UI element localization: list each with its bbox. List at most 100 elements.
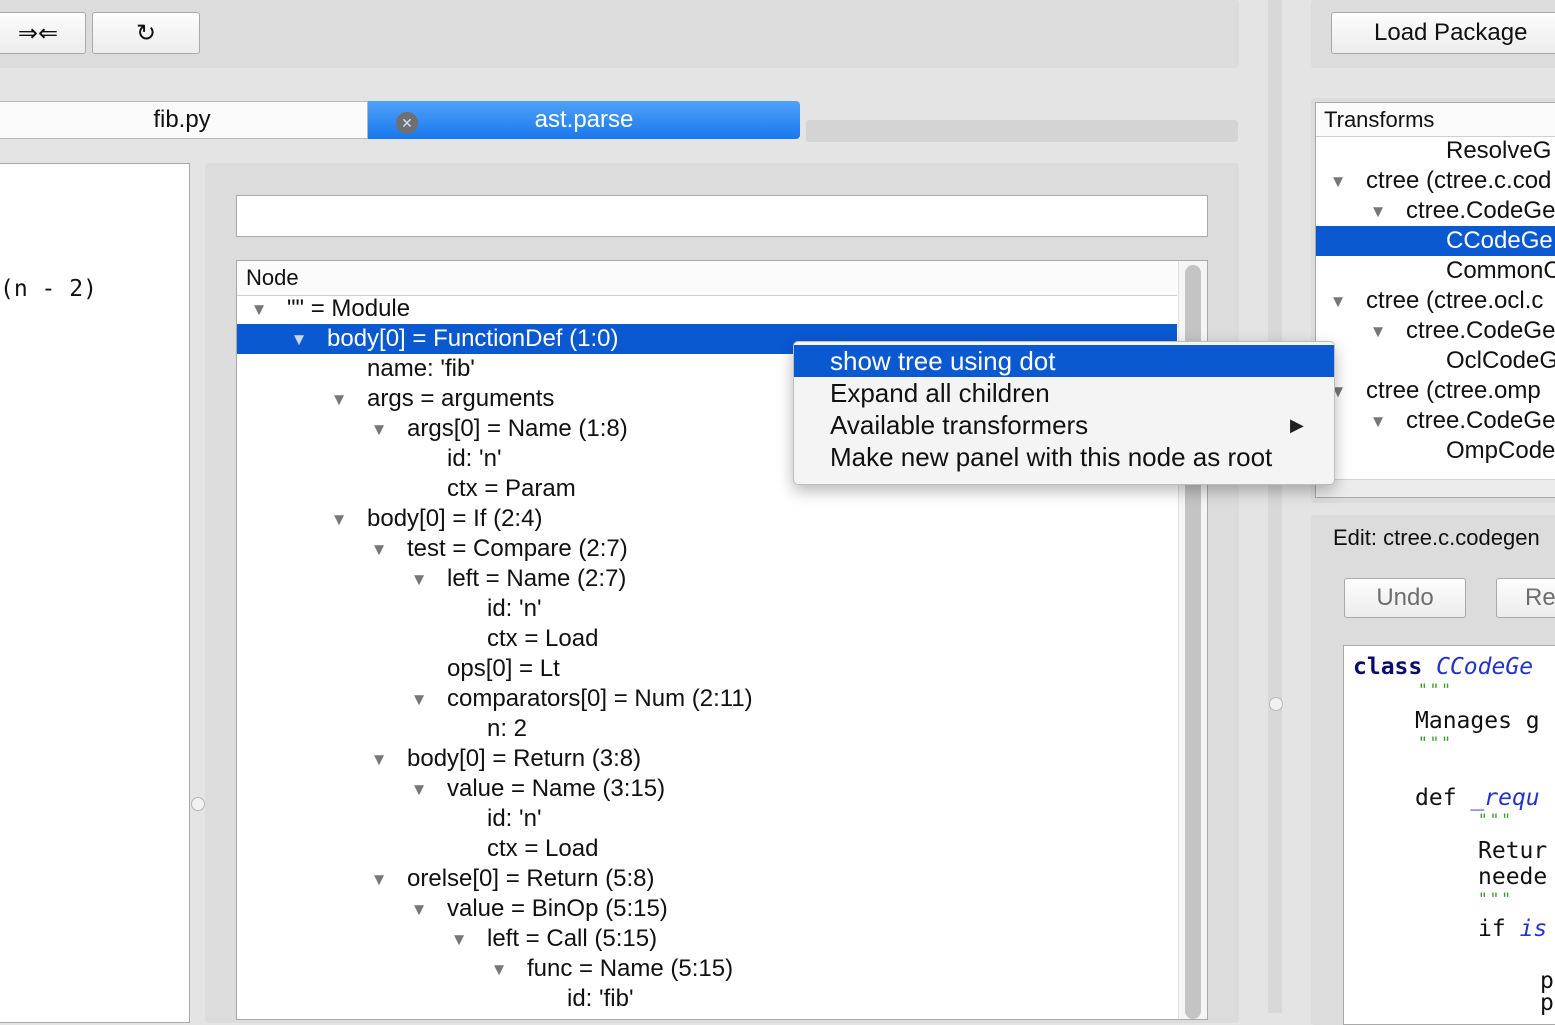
ast-tree-row-label: "" = Module bbox=[287, 295, 411, 322]
transforms-row[interactable]: ▼ ctree.CodeGe bbox=[1316, 406, 1555, 436]
splitter-handle-left[interactable] bbox=[191, 797, 205, 811]
code-ret-line1: Retur bbox=[1478, 838, 1548, 864]
ast-tree-row-label: body[0] = Return (3:8) bbox=[407, 745, 642, 772]
ast-tree-row[interactable]: ▼ comparators[0] = Num (2:11) bbox=[237, 684, 1177, 714]
code-docstring-open: """ bbox=[1418, 680, 1453, 699]
ast-tree-row-label: func = Name (5:15) bbox=[527, 955, 734, 982]
disclosure-triangle-icon[interactable]: ▼ bbox=[407, 894, 431, 924]
tab-ast-parse[interactable]: ast.parse bbox=[368, 101, 800, 139]
tab-label: fib.py bbox=[153, 106, 211, 133]
transforms-row[interactable]: ▼ ctree.CodeGe bbox=[1316, 196, 1555, 226]
code-def-docstring-open: """ bbox=[1478, 810, 1513, 829]
ast-tree-row[interactable]: ctx = Load bbox=[237, 624, 1177, 654]
ast-tree-row-label: body[0] = FunctionDef (1:0) bbox=[327, 325, 619, 352]
nav-toggle-button[interactable]: ⇒⇐ bbox=[0, 12, 86, 54]
tab-bar-filler bbox=[806, 120, 1238, 142]
ast-tree-row[interactable]: ▼ value = Name (3:15) bbox=[237, 774, 1177, 804]
ast-tree-row-label: ctx = Load bbox=[487, 625, 599, 652]
context-menu: show tree using dot Expand all children … bbox=[793, 341, 1335, 485]
refresh-button[interactable]: ↻ bbox=[92, 12, 200, 54]
ast-tree-row-label: ctx = Param bbox=[447, 475, 576, 502]
ast-tree-row[interactable]: id: 'fib' bbox=[237, 984, 1177, 1014]
redo-button[interactable]: Re bbox=[1496, 578, 1555, 618]
splitter-handle-right[interactable] bbox=[1269, 697, 1283, 711]
ast-tree-row[interactable]: ▼ test = Compare (2:7) bbox=[237, 534, 1177, 564]
menu-item-show-tree-dot[interactable]: show tree using dot bbox=[794, 345, 1334, 377]
ast-tree-row[interactable]: n: 2 bbox=[237, 714, 1177, 744]
disclosure-triangle-icon[interactable]: ▼ bbox=[447, 924, 471, 954]
ast-tree-row[interactable]: ▼ body[0] = If (2:4) bbox=[237, 504, 1177, 534]
transforms-row-label: ctree.CodeGe bbox=[1406, 197, 1555, 224]
transforms-row[interactable]: CCodeGe bbox=[1316, 226, 1555, 256]
ast-tree-row[interactable]: ▼ "" = Module bbox=[237, 294, 1177, 324]
transforms-row[interactable]: OmpCode bbox=[1316, 436, 1555, 466]
disclosure-triangle-icon[interactable]: ▼ bbox=[367, 744, 391, 774]
ast-tree-row-label: body[0] = If (2:4) bbox=[367, 505, 543, 532]
disclosure-triangle-icon[interactable]: ▼ bbox=[327, 384, 351, 414]
ast-tree-row[interactable]: ▼ body[0] = Return (3:8) bbox=[237, 744, 1177, 774]
ast-tree-row-label: args = arguments bbox=[367, 385, 555, 412]
disclosure-triangle-icon[interactable]: ▼ bbox=[407, 564, 431, 594]
ast-tree-row-label: id: 'fib' bbox=[567, 985, 634, 1012]
ast-tree-row-label: orelse[0] = Return (5:8) bbox=[407, 865, 655, 892]
tab-label: ast.parse bbox=[534, 106, 634, 133]
ast-tree-row-label: n: 2 bbox=[487, 715, 528, 742]
transforms-row[interactable]: ResolveG bbox=[1316, 136, 1555, 166]
menu-item-new-panel-root[interactable]: Make new panel with this node as root bbox=[794, 441, 1334, 473]
disclosure-triangle-icon[interactable]: ▼ bbox=[1366, 316, 1390, 346]
ast-tree-row[interactable]: id: 'n' bbox=[237, 804, 1177, 834]
disclosure-triangle-icon[interactable]: ▼ bbox=[1326, 166, 1350, 196]
ast-search-input[interactable] bbox=[236, 195, 1208, 237]
transforms-row[interactable]: ▼ ctree (ctree.omp bbox=[1316, 376, 1555, 406]
ast-tree-row[interactable]: ▼ left = Name (2:7) bbox=[237, 564, 1177, 594]
panel-divider[interactable] bbox=[1268, 0, 1282, 1013]
ast-tree-row[interactable]: ▼ func = Name (5:15) bbox=[237, 954, 1177, 984]
transforms-row-label: CommonC bbox=[1446, 257, 1555, 284]
disclosure-triangle-icon[interactable]: ▼ bbox=[327, 504, 351, 534]
ast-tree-row[interactable]: id: 'n' bbox=[237, 594, 1177, 624]
disclosure-triangle-icon[interactable]: ▼ bbox=[367, 414, 391, 444]
menu-item-available-transformers[interactable]: Available transformers ▶ bbox=[794, 409, 1334, 441]
menu-item-expand-all[interactable]: Expand all children bbox=[794, 377, 1334, 409]
disclosure-triangle-icon[interactable]: ▼ bbox=[367, 864, 391, 894]
transforms-row[interactable]: ▼ ctree (ctree.ocl.c bbox=[1316, 286, 1555, 316]
transforms-tree[interactable]: Transforms ResolveG ▼ ctree (ctree.c.cod ▼ c… bbox=[1315, 102, 1555, 498]
disclosure-triangle-icon[interactable]: ▼ bbox=[487, 954, 511, 984]
disclosure-triangle-icon[interactable]: ▼ bbox=[407, 774, 431, 804]
tab-fib-py[interactable]: fib.py bbox=[0, 101, 368, 139]
disclosure-triangle-icon[interactable]: ▼ bbox=[1366, 196, 1390, 226]
ast-tree-row[interactable]: ctx = Load bbox=[237, 834, 1177, 864]
ast-tree-row[interactable]: ▼ value = BinOp (5:15) bbox=[237, 894, 1177, 924]
ast-tree-header-label: Node bbox=[246, 265, 299, 290]
transforms-row-label: ctree.CodeGe bbox=[1406, 317, 1555, 344]
transforms-header-label: Transforms bbox=[1324, 107, 1435, 132]
transforms-row[interactable]: ▼ ctree (ctree.c.cod bbox=[1316, 166, 1555, 196]
transforms-row-label: ctree (ctree.ocl.c bbox=[1366, 287, 1544, 314]
ast-tree-row[interactable]: ▼ orelse[0] = Return (5:8) bbox=[237, 864, 1177, 894]
transforms-hscrollbar[interactable] bbox=[1316, 479, 1555, 497]
code-doc-text: Manages g bbox=[1415, 708, 1540, 734]
code-line-def: def _requ bbox=[1415, 785, 1540, 811]
disclosure-triangle-icon[interactable]: ▼ bbox=[1326, 286, 1350, 316]
undo-button[interactable]: Undo bbox=[1344, 578, 1466, 618]
load-package-button[interactable]: Load Package bbox=[1331, 12, 1555, 54]
code-ret-line2: neede bbox=[1478, 864, 1548, 890]
ast-tree-row-label: ctx = Load bbox=[487, 835, 599, 862]
ast-tree-row-label: args[0] = Name (1:8) bbox=[407, 415, 628, 442]
transforms-row[interactable]: ▼ ctree.CodeGe bbox=[1316, 316, 1555, 346]
transforms-row[interactable]: OclCodeG bbox=[1316, 346, 1555, 376]
transforms-row-label: ctree.CodeGe bbox=[1406, 407, 1555, 434]
transforms-row[interactable]: CommonC bbox=[1316, 256, 1555, 286]
disclosure-triangle-icon[interactable]: ▼ bbox=[1366, 406, 1390, 436]
disclosure-triangle-icon[interactable]: ▼ bbox=[287, 324, 311, 354]
disclosure-triangle-icon[interactable]: ▼ bbox=[247, 294, 271, 324]
ast-tree-row[interactable]: ops[0] = Lt bbox=[237, 654, 1177, 684]
ast-tree-row-label: value = Name (3:15) bbox=[447, 775, 666, 802]
disclosure-triangle-icon[interactable]: ▼ bbox=[367, 534, 391, 564]
ast-tree-row[interactable]: ▼ left = Call (5:15) bbox=[237, 924, 1177, 954]
code-editor[interactable]: class CCodeGe """ Manages g """ def _req… bbox=[1343, 645, 1555, 1025]
close-tab-icon[interactable]: ✕ bbox=[396, 112, 418, 134]
transforms-rows: ResolveG ▼ ctree (ctree.c.cod ▼ ctree.CodeGe… bbox=[1316, 136, 1555, 476]
transforms-row-label: ResolveG bbox=[1446, 137, 1552, 164]
disclosure-triangle-icon[interactable]: ▼ bbox=[407, 684, 431, 714]
